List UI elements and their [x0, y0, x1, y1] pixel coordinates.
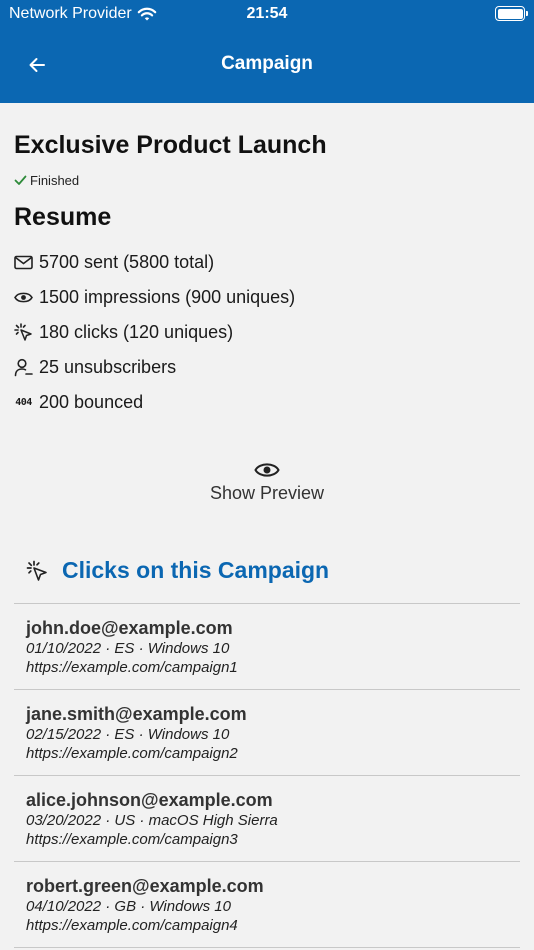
list-item[interactable]: jane.smith@example.com 02/15/2022 · ES ·…: [14, 690, 520, 776]
click-meta: 01/10/2022 · ES · Windows 10: [26, 640, 230, 657]
stat-impressions: 1500 impressions (900 uniques): [14, 287, 295, 308]
stat-bounced-text: 200 bounced: [39, 392, 144, 412]
error-404-icon: 404: [15, 397, 32, 408]
battery-icon: [495, 6, 528, 21]
stat-sent: 5700 sent (5800 total): [14, 252, 214, 273]
eye-icon: [254, 463, 280, 477]
show-preview-label: Show Preview: [209, 483, 325, 503]
page-title: Campaign: [221, 53, 313, 74]
click-meta: 03/20/2022 · US · macOS High Sierra: [26, 812, 278, 829]
click-email: alice.johnson@example.com: [26, 790, 273, 810]
click-email: john.doe@example.com: [26, 618, 233, 638]
resume-title: Resume: [14, 203, 112, 231]
clicks-section-title: Clicks on this Campaign: [62, 557, 330, 583]
click-icon: [26, 560, 47, 581]
campaign-status-label: Finished: [30, 173, 80, 188]
stat-clicks-text: 180 clicks (120 uniques): [39, 322, 234, 342]
list-item[interactable]: robert.green@example.com 04/10/2022 · GB…: [14, 862, 520, 948]
stat-impressions-text: 1500 impressions (900 uniques): [39, 287, 296, 307]
user-minus-icon: [14, 358, 33, 377]
stat-unsubscribers: 25 unsubscribers: [14, 357, 176, 378]
click-email: robert.green@example.com: [26, 876, 264, 896]
click-url: https://example.com/campaign2: [26, 745, 238, 762]
click-icon: [14, 323, 33, 342]
clock: 21:54: [246, 5, 288, 22]
stat-bounced: 404 200 bounced: [14, 392, 143, 413]
show-preview-button[interactable]: Show Preview: [14, 461, 520, 504]
click-meta: 04/10/2022 · GB · Windows 10: [26, 898, 231, 915]
stat-clicks: 180 clicks (120 uniques): [14, 322, 233, 343]
stat-sent-text: 5700 sent (5800 total): [39, 252, 215, 272]
list-item[interactable]: alice.johnson@example.com 03/20/2022 · U…: [14, 776, 520, 862]
click-email: jane.smith@example.com: [26, 704, 247, 724]
campaign-status: Finished: [14, 173, 79, 188]
eye-icon: [14, 288, 33, 307]
status-bar: Network Provider 21:54: [0, 0, 534, 28]
app-bar: Network Provider 21:54 Campaign: [0, 0, 534, 103]
click-url: https://example.com/campaign4: [26, 917, 238, 934]
list-item[interactable]: john.doe@example.com 01/10/2022 · ES · W…: [14, 604, 520, 690]
click-url: https://example.com/campaign3: [26, 831, 238, 848]
stat-unsubscribers-text: 25 unsubscribers: [39, 357, 177, 377]
check-icon: [14, 175, 27, 185]
click-meta: 02/15/2022 · ES · Windows 10: [26, 726, 230, 743]
campaign-name: Exclusive Product Launch: [14, 131, 327, 159]
clicks-section-header: Clicks on this Campaign: [26, 557, 329, 584]
click-url: https://example.com/campaign1: [26, 659, 238, 676]
clicks-list: john.doe@example.com 01/10/2022 · ES · W…: [14, 603, 520, 948]
mail-icon: [14, 253, 33, 272]
